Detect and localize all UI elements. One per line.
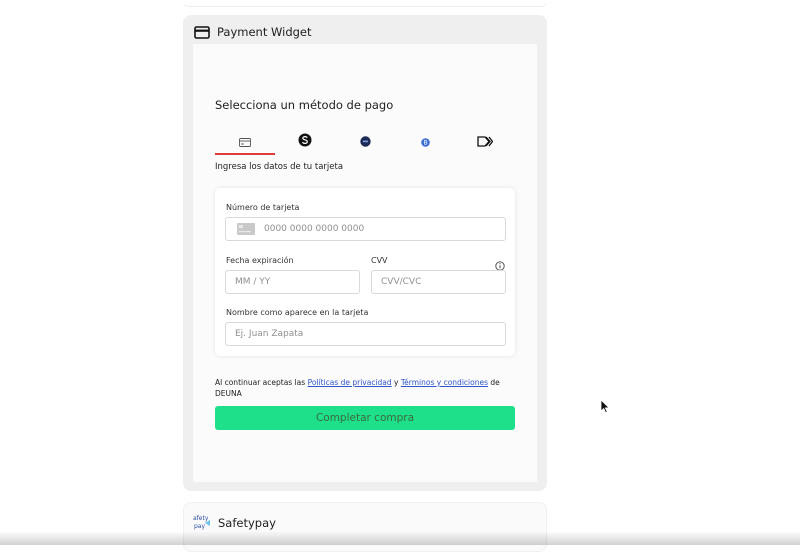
b-circle-icon: B [420, 132, 430, 151]
safetypay-logo-icon: afety pay [193, 513, 213, 531]
tab-bank[interactable] [335, 127, 395, 155]
card-number-placeholder: 0000 0000 0000 0000 [264, 224, 365, 234]
payment-method-tabs: B [215, 127, 515, 155]
card-icon [239, 132, 251, 151]
cvv-label: CVV [371, 256, 388, 265]
tab-b[interactable]: B [395, 127, 455, 155]
previous-card-edge [183, 0, 547, 7]
cardholder-name-field[interactable]: Ej. Juan Zapata [225, 322, 506, 346]
cvv-placeholder: CVV/CVC [381, 277, 422, 287]
card-subtitle: Ingresa los datos de tu tarjeta [215, 162, 344, 172]
terms-text: Al continuar aceptas las Políticas de pr… [215, 377, 515, 399]
bank-dot-icon [359, 132, 371, 151]
cvv-field[interactable]: CVV/CVC [371, 270, 506, 294]
terms-conditions-link[interactable]: Términos y condiciones [401, 378, 488, 387]
cardholder-name-placeholder: Ej. Juan Zapata [235, 329, 304, 339]
tab-other[interactable] [455, 127, 515, 155]
svg-text:afety: afety [193, 515, 209, 522]
terms-prefix: Al continuar aceptas las [215, 378, 308, 387]
safetypay-s-icon [298, 132, 312, 151]
widget-title: Payment Widget [217, 25, 312, 39]
complete-purchase-button[interactable]: Completar compra [215, 406, 515, 430]
complete-purchase-label: Completar compra [315, 412, 415, 424]
expiry-label: Fecha expiración [226, 256, 294, 265]
card-number-field[interactable]: 0000 0000 0000 0000 [225, 217, 506, 241]
safetypay-title: Safetypay [218, 516, 276, 530]
card-placeholder-icon [237, 223, 255, 235]
mouse-cursor-icon [600, 399, 610, 418]
card-form: Número de tarjeta 0000 0000 0000 0000 Fe… [215, 188, 515, 356]
terms-middle: y [391, 378, 401, 387]
widget-header: Payment Widget [194, 25, 312, 39]
svg-text:pay: pay [194, 523, 205, 530]
expiry-placeholder: MM / YY [235, 277, 271, 287]
card-number-label: Número de tarjeta [226, 203, 300, 212]
expiry-field[interactable]: MM / YY [225, 270, 360, 294]
privacy-policy-link[interactable]: Políticas de privacidad [308, 378, 392, 387]
widget-content: Selecciona un método de pago B Ingresa l… [193, 44, 537, 482]
payment-widget-card: Payment Widget Selecciona un método de p… [183, 15, 547, 491]
tab-safetypay[interactable] [275, 127, 335, 155]
cardholder-name-label: Nombre como aparece en la tarjeta [226, 308, 369, 317]
tab-card[interactable] [215, 127, 275, 155]
arrow-forward-icon [477, 132, 494, 151]
credit-card-icon [194, 25, 210, 39]
svg-text:B: B [423, 139, 427, 146]
payment-method-heading: Selecciona un método de pago [215, 98, 394, 112]
